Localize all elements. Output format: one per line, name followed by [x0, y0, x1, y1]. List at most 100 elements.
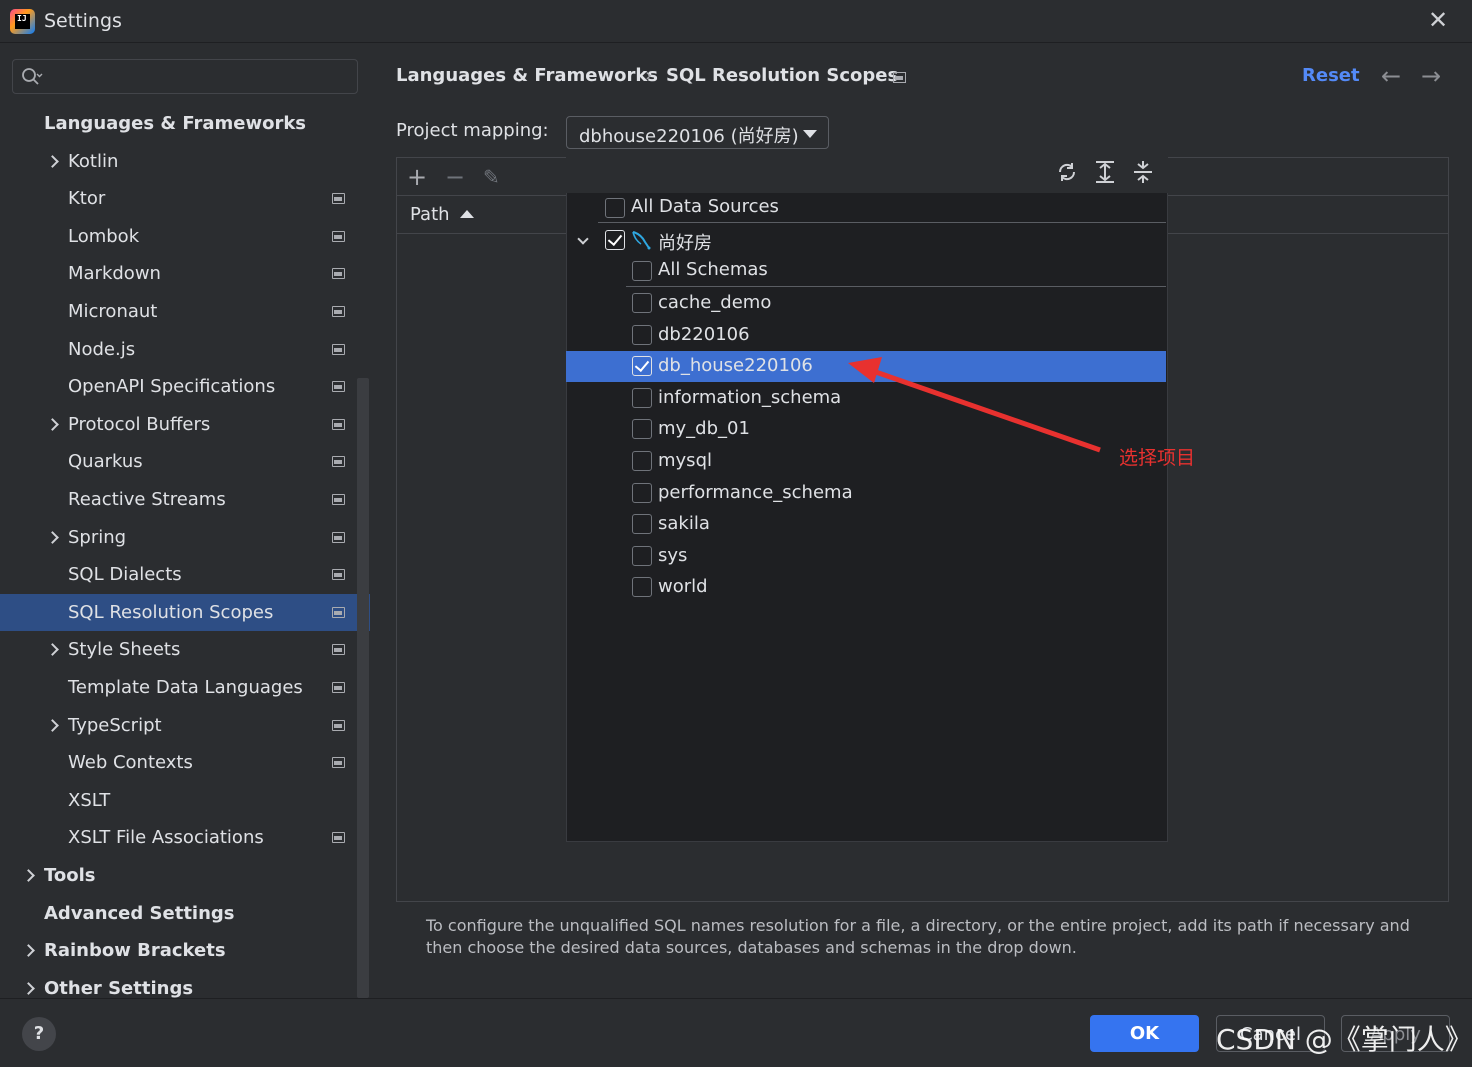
- all-data-sources-checkbox[interactable]: [605, 198, 625, 218]
- sidebar-item-label: Node.js: [68, 339, 136, 360]
- all-schemas-checkbox[interactable]: [632, 261, 652, 281]
- chevron-right-icon[interactable]: [46, 631, 60, 668]
- project-level-icon: [332, 607, 345, 618]
- chevron-right-icon[interactable]: [46, 519, 60, 556]
- sidebar-item[interactable]: Languages & Frameworks: [0, 105, 370, 142]
- breadcrumb-parent[interactable]: Languages & Frameworks: [396, 65, 658, 86]
- sidebar-item[interactable]: Reactive Streams: [0, 481, 370, 518]
- sidebar-item[interactable]: Web Contexts: [0, 744, 370, 781]
- schema-checkbox[interactable]: [632, 325, 652, 345]
- edit-icon[interactable]: ✎: [483, 165, 500, 189]
- schema-checkbox[interactable]: [632, 419, 652, 439]
- csdn-watermark: CSDN @《掌门人》: [1216, 1023, 1472, 1056]
- sidebar-item[interactable]: Style Sheets: [0, 631, 370, 668]
- sidebar-item[interactable]: XSLT File Associations: [0, 819, 370, 856]
- schema-checkbox[interactable]: [632, 293, 652, 313]
- schema-checkbox[interactable]: [632, 483, 652, 503]
- schema-checkbox[interactable]: [632, 451, 652, 471]
- refresh-icon[interactable]: [1056, 161, 1078, 183]
- add-icon[interactable]: +: [407, 165, 427, 189]
- project-level-icon: [893, 72, 906, 83]
- sidebar-item[interactable]: SQL Resolution Scopes: [0, 594, 370, 631]
- project-level-icon: [332, 757, 345, 768]
- project-level-icon: [332, 456, 345, 467]
- ok-button[interactable]: OK: [1090, 1015, 1199, 1052]
- sidebar-item[interactable]: Protocol Buffers: [0, 406, 370, 443]
- chevron-right-icon[interactable]: [22, 857, 36, 894]
- schema-row[interactable]: cache_demo: [566, 288, 1166, 319]
- expand-all-icon[interactable]: [1094, 160, 1116, 184]
- schema-row[interactable]: db220106: [566, 320, 1166, 351]
- project-level-icon: [332, 268, 345, 279]
- schema-checkbox[interactable]: [632, 577, 652, 597]
- sidebar-item-label: Web Contexts: [68, 752, 193, 773]
- close-icon[interactable]: ✕: [1425, 7, 1451, 33]
- sidebar-item[interactable]: Node.js: [0, 331, 370, 368]
- reset-link[interactable]: Reset: [1302, 65, 1360, 86]
- sidebar-item[interactable]: Lombok: [0, 218, 370, 255]
- remove-icon[interactable]: −: [445, 165, 465, 189]
- annotation-text: 选择项目: [1119, 447, 1196, 469]
- sidebar-item[interactable]: Rainbow Brackets: [0, 932, 370, 969]
- project-level-icon: [332, 344, 345, 355]
- sidebar-item[interactable]: Tools: [0, 857, 370, 894]
- chevron-right-icon[interactable]: [22, 932, 36, 969]
- sidebar-item[interactable]: Markdown: [0, 255, 370, 292]
- sidebar-item[interactable]: Micronaut: [0, 293, 370, 330]
- chevron-right-icon[interactable]: [46, 406, 60, 443]
- sidebar-item[interactable]: Kotlin: [0, 143, 370, 180]
- all-data-sources-row[interactable]: All Data Sources: [566, 192, 1166, 223]
- sidebar-item[interactable]: Template Data Languages: [0, 669, 370, 706]
- schema-label: sakila: [658, 513, 710, 534]
- sort-ascending-icon: [460, 210, 474, 218]
- schema-row[interactable]: sys: [566, 541, 1166, 572]
- sidebar-item-label: Template Data Languages: [68, 677, 303, 698]
- sidebar-item-label: Kotlin: [68, 151, 119, 172]
- sidebar-item-label: TypeScript: [68, 715, 162, 736]
- chevron-right-icon[interactable]: [46, 143, 60, 180]
- chevron-right-icon[interactable]: [46, 707, 60, 744]
- sidebar-item-label: Micronaut: [68, 301, 158, 322]
- schema-checkbox[interactable]: [632, 546, 652, 566]
- intellij-logo-icon: IJ: [10, 9, 35, 34]
- sidebar-item[interactable]: Spring: [0, 519, 370, 556]
- schema-row[interactable]: sakila: [566, 509, 1166, 540]
- all-schemas-row[interactable]: All Schemas: [566, 255, 1166, 286]
- project-level-icon: [332, 569, 345, 580]
- arrow-right-icon[interactable]: →: [1421, 62, 1441, 90]
- schema-checkbox[interactable]: [632, 356, 652, 376]
- datasource-checkbox[interactable]: [605, 230, 625, 250]
- sidebar-item[interactable]: XSLT: [0, 782, 370, 819]
- settings-tree: Languages & Frameworks Kotlin Ktor Lombok Ma…: [0, 105, 370, 1000]
- mysql-dolphin-icon: [632, 231, 651, 250]
- sidebar-scrollbar[interactable]: [357, 378, 369, 998]
- divider: [598, 222, 1166, 223]
- schema-checkbox[interactable]: [632, 388, 652, 408]
- sidebar-item[interactable]: SQL Dialects: [0, 556, 370, 593]
- schema-label: db_house220106: [658, 355, 813, 376]
- page-title: SQL Resolution Scopes: [666, 65, 899, 86]
- sidebar-item-label: Protocol Buffers: [68, 414, 211, 435]
- sidebar-item[interactable]: TypeScript: [0, 707, 370, 744]
- sidebar-item[interactable]: OpenAPI Specifications: [0, 368, 370, 405]
- schema-checkbox[interactable]: [632, 514, 652, 534]
- project-mapping-dropdown[interactable]: dbhouse220106 (尚好房): [566, 116, 829, 149]
- schema-label: world: [658, 576, 708, 597]
- schema-label: performance_schema: [658, 482, 853, 503]
- schema-row[interactable]: performance_schema: [566, 478, 1166, 509]
- project-level-icon: [332, 644, 345, 655]
- arrow-left-icon[interactable]: ←: [1381, 62, 1401, 90]
- help-button[interactable]: ?: [22, 1017, 56, 1051]
- datasource-row[interactable]: 尚好房: [566, 225, 1166, 256]
- schema-row[interactable]: world: [566, 572, 1166, 603]
- column-header-path[interactable]: Path: [410, 204, 450, 225]
- window-title: Settings: [44, 10, 122, 32]
- sidebar-item-label: SQL Dialects: [68, 564, 182, 585]
- sidebar-item[interactable]: Ktor: [0, 180, 370, 217]
- sidebar-item[interactable]: Advanced Settings: [0, 895, 370, 932]
- sidebar-item[interactable]: Quarkus: [0, 443, 370, 480]
- all-schemas-label: All Schemas: [658, 259, 768, 280]
- project-level-icon: [332, 231, 345, 242]
- search-input[interactable]: [12, 59, 358, 94]
- collapse-all-icon[interactable]: [1132, 160, 1154, 184]
